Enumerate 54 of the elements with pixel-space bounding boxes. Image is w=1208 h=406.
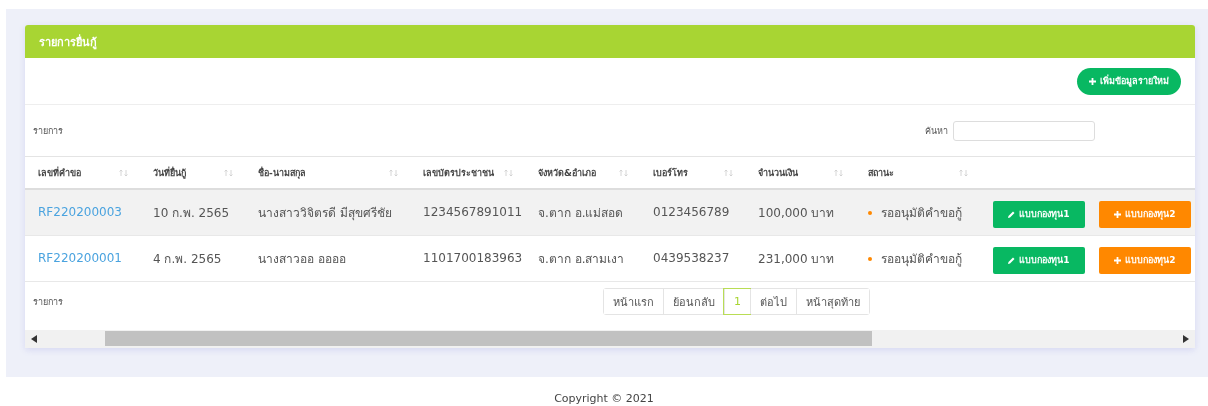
form-button[interactable]: แบบกองทุน1 xyxy=(993,200,1085,228)
table-cell: 0439538237 xyxy=(653,251,730,265)
search-label: ค้นหา xyxy=(925,124,948,138)
page-button[interactable]: 1 xyxy=(724,289,750,314)
sort-icon[interactable] xyxy=(619,168,628,177)
column-header: เบอร์โทร xyxy=(653,166,688,180)
search-field[interactable] xyxy=(953,120,1095,141)
form-button[interactable]: แบบกองทุน2 xyxy=(1099,200,1191,228)
form-button[interactable]: แบบกองทุน2 xyxy=(1099,246,1191,274)
table-cell: 231,000 บาท xyxy=(758,251,835,266)
info-label: รายการ xyxy=(33,295,63,309)
table-cell: จ.ตาก อ.สามเงา xyxy=(538,251,625,266)
table-cell: นางสาววิจิตรดี มีสุขศรีชัย xyxy=(258,205,392,220)
column-header: สถานะ xyxy=(868,166,894,180)
form-button[interactable]: แบบกองทุน1 xyxy=(993,246,1085,274)
sort-icon[interactable] xyxy=(834,168,843,177)
pencil-icon xyxy=(1008,210,1016,218)
plus-icon xyxy=(1089,77,1096,85)
column-header: เลขบัตรประชาชน xyxy=(423,166,494,180)
table-cell: 100,000 บาท xyxy=(758,205,835,220)
column-header: เลขที่คำขอ xyxy=(38,165,81,180)
page-button[interactable]: หน้าสุดท้าย xyxy=(796,289,869,314)
request-link[interactable]: RF220200003 xyxy=(38,205,122,220)
table-cell: จ.ตาก อ.แม่สอด xyxy=(538,205,624,220)
column-header: จำนวนเงิน xyxy=(758,166,798,180)
scroll-right-icon[interactable] xyxy=(1183,334,1189,343)
status-text: รออนุมัติคำขอกู้ xyxy=(881,205,962,220)
plus-icon xyxy=(1114,210,1122,218)
table-cell: 1101700183963 xyxy=(423,251,523,265)
panel-title: รายการยื่นกู้ xyxy=(39,33,97,51)
add-new-button[interactable]: เพิ่มข้อมูลรายใหม่ xyxy=(1077,67,1181,95)
column-header: ชื่อ-นามสกุล xyxy=(258,165,306,180)
sort-icon[interactable] xyxy=(119,168,128,177)
plus-icon xyxy=(1114,256,1122,264)
request-link[interactable]: RF220200001 xyxy=(38,251,122,265)
horizontal-scrollbar[interactable] xyxy=(25,329,1195,348)
table-cell: 0123456789 xyxy=(653,205,730,220)
table-cell: 10 ก.พ. 2565 xyxy=(153,205,230,220)
scrollbar-thumb[interactable] xyxy=(105,331,872,346)
pencil-icon xyxy=(1008,256,1016,264)
table-cell: 4 ก.พ. 2565 xyxy=(153,251,222,266)
copyright-text: Copyright © 2021 xyxy=(554,392,654,405)
table-cell: นางสาวออ ออออ xyxy=(258,251,346,266)
column-header: จังหวัด&อำเภอ xyxy=(538,166,596,180)
scroll-left-icon[interactable] xyxy=(31,334,37,343)
sort-icon[interactable] xyxy=(724,168,733,177)
sort-icon[interactable] xyxy=(959,168,968,177)
column-header: วันที่ยื่นกู้ xyxy=(153,165,186,180)
status-text: รออนุมัติคำขอกู้ xyxy=(881,251,962,266)
sort-icon[interactable] xyxy=(504,168,513,177)
table-cell: 1234567891011 xyxy=(423,205,523,220)
sort-icon[interactable] xyxy=(224,168,233,177)
sort-icon[interactable] xyxy=(389,168,398,177)
length-label: รายการ xyxy=(33,124,63,138)
